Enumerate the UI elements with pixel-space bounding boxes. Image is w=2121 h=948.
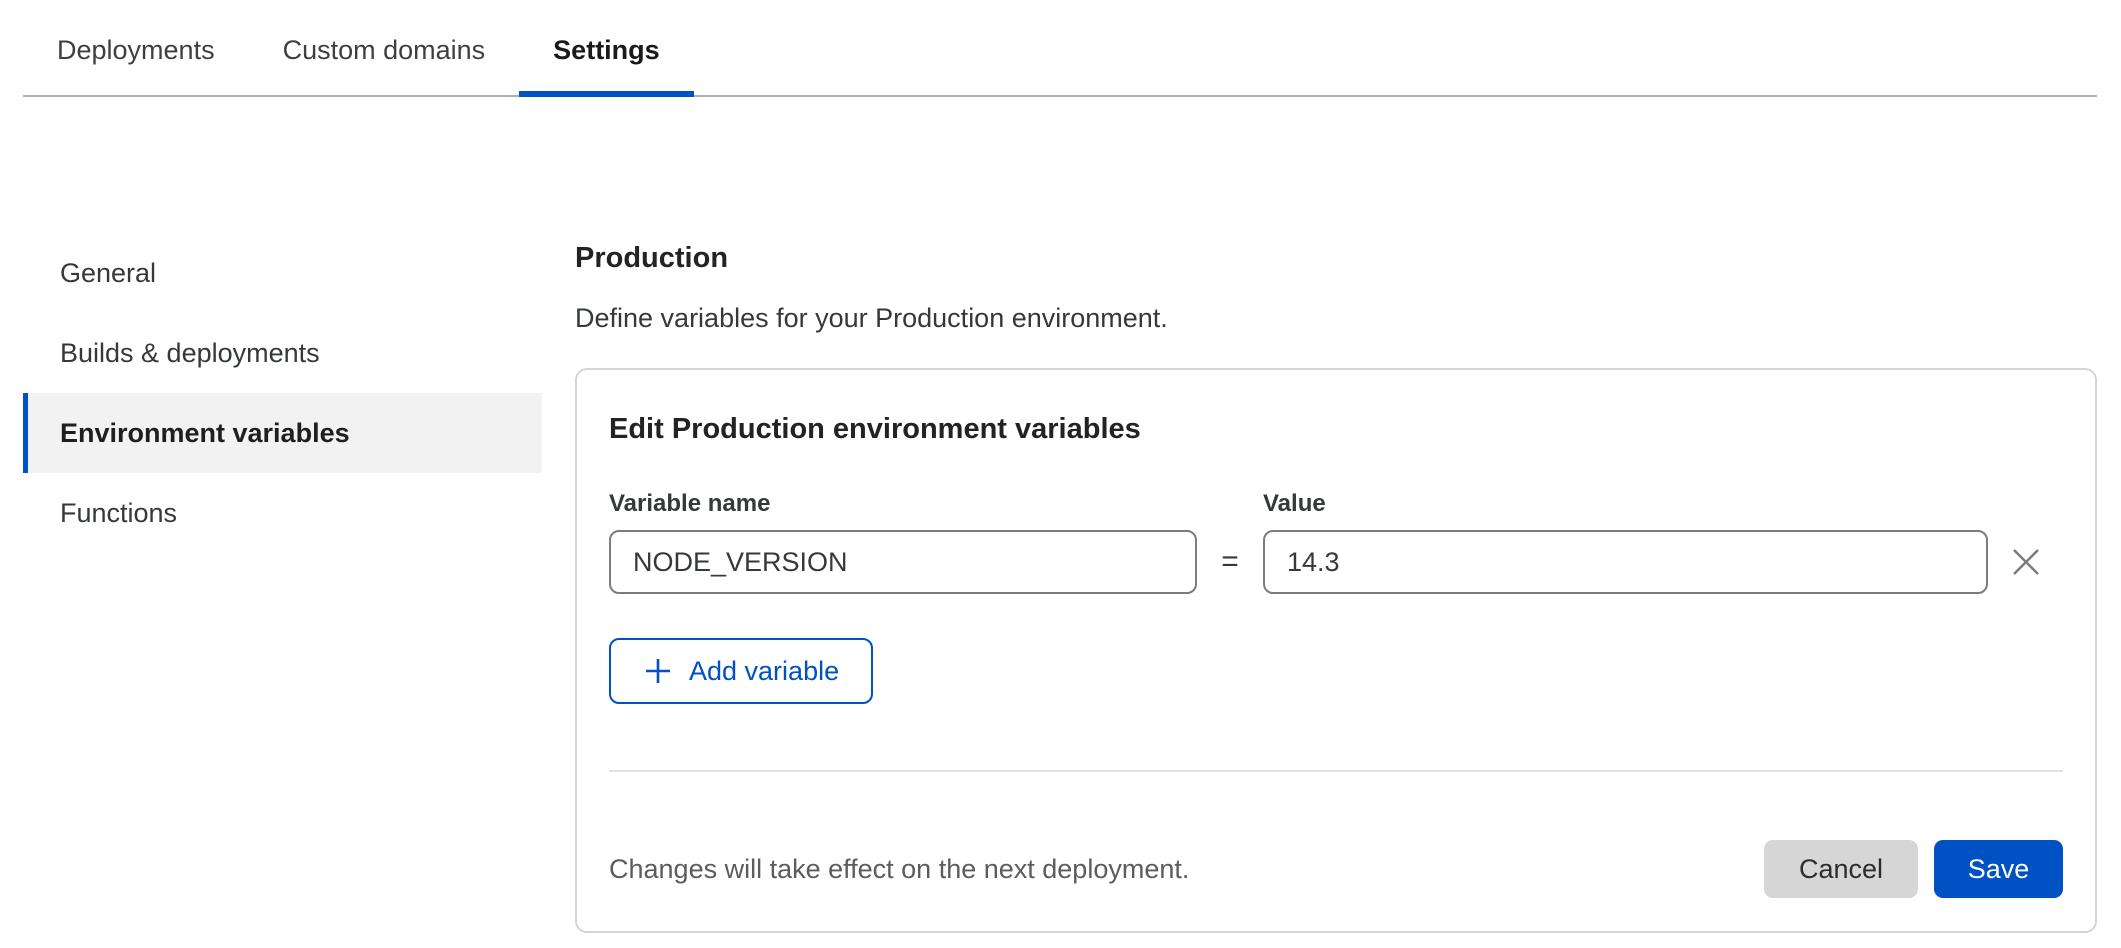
sidebar-item-builds-deployments[interactable]: Builds & deployments xyxy=(23,313,542,393)
cancel-button[interactable]: Cancel xyxy=(1764,840,1918,898)
sidebar-item-functions[interactable]: Functions xyxy=(23,473,542,553)
footer-actions: Cancel Save xyxy=(1764,840,2063,898)
footer-note: Changes will take effect on the next dep… xyxy=(609,854,1189,885)
environment-variables-card: Edit Production environment variables Va… xyxy=(575,368,2097,933)
section-description: Define variables for your Production env… xyxy=(575,303,2097,333)
tab-deployments[interactable]: Deployments xyxy=(23,6,249,95)
card-title: Edit Production environment variables xyxy=(609,412,2063,446)
settings-sidebar: General Builds & deployments Environment… xyxy=(23,233,542,933)
tab-deployments-label: Deployments xyxy=(57,35,215,66)
add-variable-button[interactable]: Add variable xyxy=(609,638,873,704)
tab-settings[interactable]: Settings xyxy=(519,6,694,95)
section-title: Production xyxy=(575,241,2097,275)
sidebar-item-environment-variables-label: Environment variables xyxy=(60,418,350,449)
main-panel: Production Define variables for your Pro… xyxy=(575,241,2097,933)
card-divider xyxy=(609,770,2063,772)
tab-settings-label: Settings xyxy=(553,35,660,66)
plus-icon xyxy=(643,656,673,686)
variable-name-label: Variable name xyxy=(609,490,1197,518)
close-icon xyxy=(2006,542,2046,582)
tab-bar: Deployments Custom domains Settings xyxy=(23,0,2097,97)
sidebar-item-functions-label: Functions xyxy=(60,498,177,529)
add-variable-label: Add variable xyxy=(689,656,839,687)
variable-row: Variable name Value = xyxy=(609,490,2063,594)
tab-custom-domains-label: Custom domains xyxy=(283,35,486,66)
sidebar-item-builds-deployments-label: Builds & deployments xyxy=(60,338,320,369)
variable-name-input[interactable] xyxy=(609,530,1197,594)
card-footer: Changes will take effect on the next dep… xyxy=(609,840,2063,898)
tab-custom-domains[interactable]: Custom domains xyxy=(249,6,520,95)
equals-separator: = xyxy=(1197,545,1263,579)
sidebar-item-general-label: General xyxy=(60,258,156,289)
variable-value-input[interactable] xyxy=(1263,530,1988,594)
sidebar-item-general[interactable]: General xyxy=(23,233,542,313)
sidebar-item-environment-variables[interactable]: Environment variables xyxy=(23,393,542,473)
remove-variable-button[interactable] xyxy=(1988,542,2063,582)
value-label: Value xyxy=(1263,490,1988,518)
save-button[interactable]: Save xyxy=(1934,840,2063,898)
content-area: General Builds & deployments Environment… xyxy=(0,97,2121,933)
